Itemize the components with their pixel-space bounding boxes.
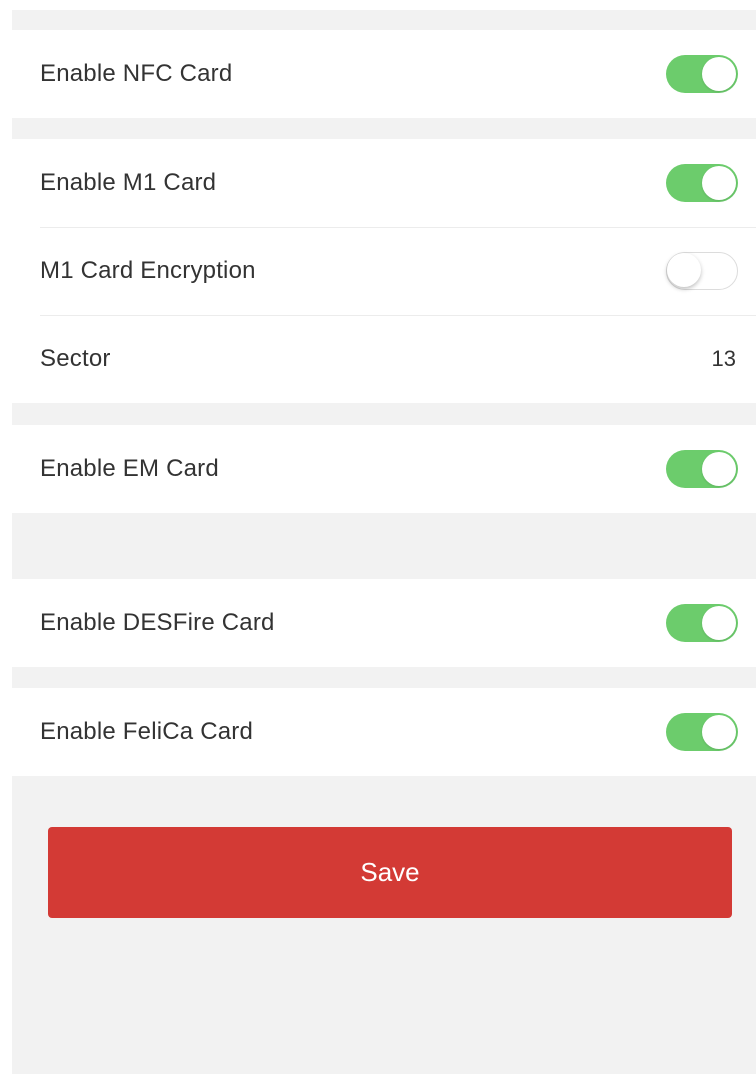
m1-group: Enable M1 Card M1 Card Encryption Sector… (12, 139, 756, 403)
em-group: Enable EM Card (12, 425, 756, 513)
setting-row-felica: Enable FeliCa Card (12, 688, 756, 776)
nfc-toggle[interactable] (666, 55, 738, 93)
setting-row-m1: Enable M1 Card (12, 139, 756, 227)
m1-label: Enable M1 Card (40, 169, 217, 196)
setting-row-nfc: Enable NFC Card (12, 30, 756, 118)
nfc-label: Enable NFC Card (40, 60, 233, 87)
felica-group: Enable FeliCa Card (12, 688, 756, 776)
setting-row-desfire: Enable DESFire Card (12, 579, 756, 667)
toggle-knob (702, 166, 736, 200)
felica-toggle[interactable] (666, 713, 738, 751)
toggle-knob (702, 606, 736, 640)
sector-label: Sector (40, 345, 111, 372)
em-toggle[interactable] (666, 450, 738, 488)
nfc-group: Enable NFC Card (12, 30, 756, 118)
desfire-toggle[interactable] (666, 604, 738, 642)
setting-row-sector[interactable]: Sector 13 (12, 315, 756, 403)
setting-row-em: Enable EM Card (12, 425, 756, 513)
desfire-group: Enable DESFire Card (12, 579, 756, 667)
toggle-knob (702, 57, 736, 91)
sector-value[interactable]: 13 (712, 346, 736, 372)
toggle-knob (667, 253, 701, 287)
card-settings-screen: Enable NFC Card Enable M1 Card M1 Card E… (12, 10, 756, 1074)
desfire-label: Enable DESFire Card (40, 609, 275, 636)
felica-label: Enable FeliCa Card (40, 718, 254, 745)
em-label: Enable EM Card (40, 455, 219, 482)
toggle-knob (702, 452, 736, 486)
toggle-knob (702, 715, 736, 749)
m1-toggle[interactable] (666, 164, 738, 202)
m1-encryption-label: M1 Card Encryption (40, 257, 256, 284)
setting-row-m1-encryption: M1 Card Encryption (12, 227, 756, 315)
save-button[interactable]: Save (48, 827, 732, 918)
m1-encryption-toggle[interactable] (666, 252, 738, 290)
